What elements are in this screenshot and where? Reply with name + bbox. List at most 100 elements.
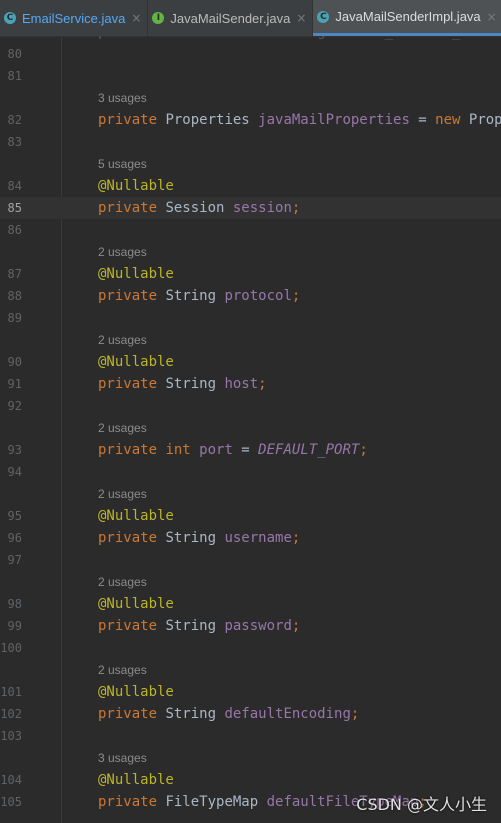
line-number: 82 [7, 113, 22, 127]
code-text[interactable]: private String defaultEncoding; [98, 703, 359, 725]
code-line: 96 private String username; [0, 527, 501, 549]
code-text[interactable]: @Nullable [98, 175, 174, 197]
interface-icon: I [152, 12, 165, 24]
code-token: private [98, 530, 166, 546]
usages-hint: 5 usages [0, 153, 501, 175]
code-text[interactable]: @Nullable [98, 263, 174, 285]
code-text[interactable]: @Nullable [98, 351, 174, 373]
code-token: ; [350, 706, 360, 722]
code-text[interactable]: @Nullable [98, 505, 174, 527]
code-text[interactable]: private String protocol; [98, 285, 300, 307]
code-token: private [98, 376, 166, 392]
class-icon: C [317, 10, 330, 23]
code-line: 98 @Nullable [0, 593, 501, 615]
code-line: 87 @Nullable [0, 263, 501, 285]
code-text: private static final String HEADER_MESSA… [98, 36, 501, 43]
usages-link[interactable]: 2 usages [98, 241, 147, 263]
code-line: 88 private String protocol; [0, 285, 501, 307]
line-number: 93 [7, 443, 22, 457]
usages-hint: 2 usages [0, 659, 501, 681]
code-token: private [98, 112, 166, 128]
code-text[interactable]: private int port = DEFAULT_PORT; [98, 439, 368, 461]
code-editor[interactable]: 79 private static final String HEADER_MES… [0, 36, 501, 823]
code-token: = [232, 442, 259, 458]
code-token: port [199, 442, 233, 458]
code-line: 84 @Nullable [0, 175, 501, 197]
usages-link[interactable]: 2 usages [98, 571, 147, 593]
code-token: Properties [165, 112, 259, 128]
line-number: 88 [7, 289, 22, 303]
usages-link[interactable]: 3 usages [98, 87, 147, 109]
code-text[interactable]: private Session session; [98, 197, 300, 219]
code-token: ; [291, 288, 301, 304]
code-text[interactable]: private Properties javaMailProperties = … [98, 109, 501, 131]
usages-hint: 2 usages [0, 417, 501, 439]
watermark: CSDN @文人小生 [356, 795, 487, 814]
code-text[interactable]: private String username; [98, 527, 300, 549]
usages-hint: 2 usages [0, 483, 501, 505]
code-token: session [232, 200, 292, 216]
code-text[interactable]: private String password; [98, 615, 300, 637]
code-token: host [224, 376, 259, 392]
code-line-partial: 79 private static final String HEADER_MES… [0, 36, 501, 43]
line-number: 97 [7, 553, 22, 567]
code-token: String [165, 530, 225, 546]
tab-emailservice-java[interactable]: C EmailService.java × [0, 0, 149, 36]
code-text[interactable]: @Nullable [98, 593, 174, 615]
code-line: 103 [0, 725, 501, 747]
code-line: 100 [0, 637, 501, 659]
code-token: private [98, 706, 166, 722]
usages-link[interactable]: 3 usages [98, 747, 147, 769]
code-token: ; [291, 530, 301, 546]
code-line: 89 [0, 307, 501, 329]
code-line: 95 @Nullable [0, 505, 501, 527]
line-number: 98 [7, 597, 22, 611]
code-token: String [165, 376, 225, 392]
code-text[interactable]: @Nullable [98, 769, 174, 791]
line-number: 89 [7, 311, 22, 325]
editor-tab-bar: C EmailService.java × I JavaMailSender.java ×… [0, 0, 501, 37]
usages-link[interactable]: 2 usages [98, 329, 147, 351]
code-text[interactable]: private String host; [98, 373, 267, 395]
close-icon[interactable]: × [487, 10, 497, 24]
code-line: 93 private int port = DEFAULT_PORT; [0, 439, 501, 461]
code-token: private [98, 618, 166, 634]
tab-javamailsender-java[interactable]: I JavaMailSender.java × [148, 0, 314, 36]
line-number: 83 [7, 135, 22, 149]
code-token: ; [291, 200, 301, 216]
code-token: defaultEncoding [224, 706, 351, 722]
line-number: 85 [7, 201, 22, 215]
usages-link[interactable]: 2 usages [98, 659, 147, 681]
usages-hint: 2 usages [0, 241, 501, 263]
usages-link[interactable]: 2 usages [98, 417, 147, 439]
code-line: 90 @Nullable [0, 351, 501, 373]
close-icon[interactable]: × [131, 11, 141, 25]
code-text[interactable]: @Nullable [98, 681, 174, 703]
tab-label: EmailService.java [22, 10, 126, 26]
line-number: 99 [7, 619, 22, 633]
usages-link[interactable]: 5 usages [98, 153, 147, 175]
code-line: 101 @Nullable [0, 681, 501, 703]
code-token: = [409, 112, 436, 128]
code-line: 83 [0, 131, 501, 153]
code-token: @Nullable [98, 772, 174, 788]
usages-hint: 2 usages [0, 329, 501, 351]
close-icon[interactable]: × [296, 11, 306, 25]
line-number: 84 [7, 179, 22, 193]
code-line: 104 @Nullable [0, 769, 501, 791]
usages-hint: 3 usages [0, 87, 501, 109]
code-line: 91 private String host; [0, 373, 501, 395]
tab-javamailsenderimpl-java[interactable]: C JavaMailSenderImpl.java × [313, 0, 501, 36]
code-line: 82 private Properties javaMailProperties … [0, 109, 501, 131]
line-number: 95 [7, 509, 22, 523]
line-number: 102 [0, 707, 22, 721]
line-number: 79 [0, 36, 22, 43]
code-line: 85 private Session session; [0, 197, 501, 219]
line-number: 90 [7, 355, 22, 369]
code-token: ; [359, 442, 368, 458]
usages-link[interactable]: 2 usages [98, 483, 147, 505]
code-token: @Nullable [98, 684, 174, 700]
line-number: 91 [7, 377, 22, 391]
code-token: username [224, 530, 292, 546]
line-number: 87 [7, 267, 22, 281]
